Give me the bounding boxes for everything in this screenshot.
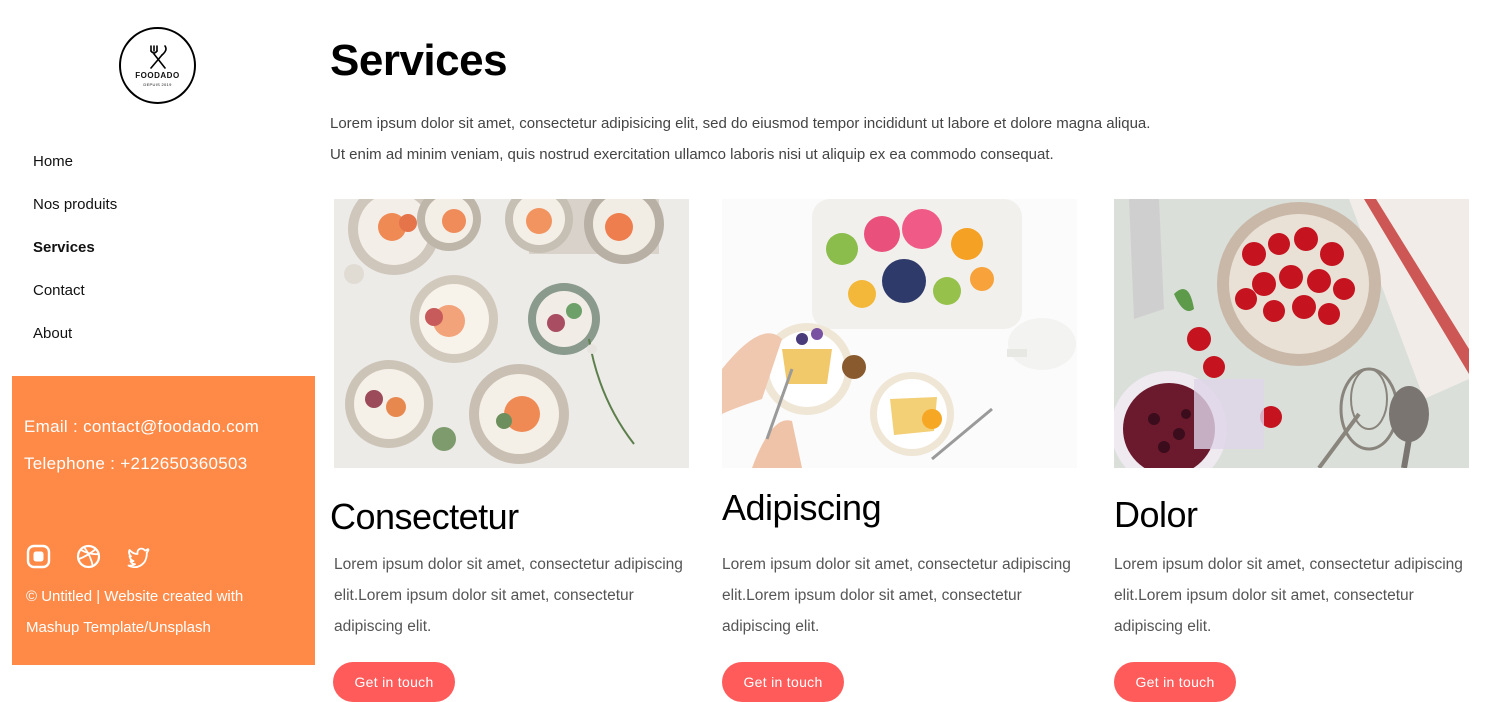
intro-line-1: Lorem ipsum dolor sit amet, consectetur … <box>330 115 1151 132</box>
card-image-breakfast <box>722 199 1077 468</box>
nav-item-nos-produits[interactable]: Nos produits <box>33 193 117 236</box>
card-title-dolor: Dolor <box>1114 494 1198 535</box>
contact-email[interactable]: Email : contact@foodado.com <box>24 417 259 437</box>
footer-credit: © Untitled | Website created with Mashup… <box>26 581 296 643</box>
social-links <box>26 544 151 569</box>
card-text-adipiscing: Lorem ipsum dolor sit amet, consectetur … <box>722 556 1071 635</box>
brand-since: DEPUIS 2019 <box>143 81 172 87</box>
nav-item-about[interactable]: About <box>33 322 117 365</box>
sidebar: FOODADO DEPUIS 2019 Home Nos produits Se… <box>0 0 315 702</box>
twitter-icon[interactable] <box>126 544 151 569</box>
intro-line-2: Ut enim ad minim veniam, quis nostrud ex… <box>330 146 1054 163</box>
instagram-icon[interactable] <box>26 544 51 569</box>
contact-phone[interactable]: Telephone : +212650360503 <box>24 454 248 474</box>
card-title-adipiscing: Adipiscing <box>722 487 882 528</box>
footer-line-2[interactable]: Mashup Template/Unsplash <box>26 612 296 643</box>
main-nav: Home Nos produits Services Contact About <box>33 150 117 365</box>
card-text-consectetur: Lorem ipsum dolor sit amet, consectetur … <box>334 556 683 635</box>
brand-logo[interactable]: FOODADO DEPUIS 2019 <box>119 27 196 104</box>
intro-paragraph: Lorem ipsum dolor sit amet, consectetur … <box>330 108 1330 170</box>
card-title-consectetur: Consectetur <box>330 496 519 537</box>
nav-item-contact[interactable]: Contact <box>33 279 117 322</box>
page-title: Services <box>330 36 508 85</box>
get-in-touch-button-1[interactable]: Get in touch <box>333 662 455 702</box>
get-in-touch-button-3[interactable]: Get in touch <box>1114 662 1236 702</box>
get-in-touch-button-2[interactable]: Get in touch <box>722 662 844 702</box>
footer-line-1: © Untitled | Website created with <box>26 588 244 605</box>
brand-name: FOODADO <box>135 70 180 80</box>
card-image-plates <box>334 199 689 468</box>
card-text-dolor: Lorem ipsum dolor sit amet, consectetur … <box>1114 556 1463 635</box>
card-image-cherries <box>1114 199 1469 468</box>
dribbble-icon[interactable] <box>76 544 101 569</box>
nav-item-home[interactable]: Home <box>33 150 117 193</box>
fork-knife-icon <box>149 44 167 69</box>
nav-item-services[interactable]: Services <box>33 236 117 279</box>
contact-panel: Email : contact@foodado.com Telephone : … <box>12 376 315 665</box>
